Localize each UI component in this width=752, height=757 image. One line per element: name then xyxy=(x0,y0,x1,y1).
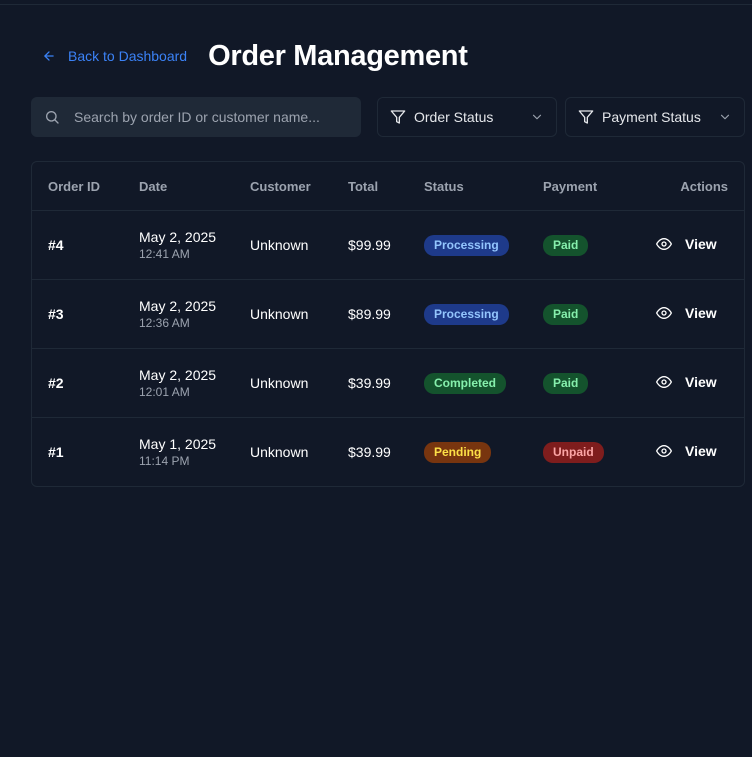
order-id-cell: #1 xyxy=(32,418,139,487)
payment-badge: Paid xyxy=(543,372,589,394)
order-status-filter[interactable]: Order Status xyxy=(377,97,557,137)
order-id: #3 xyxy=(48,306,64,322)
order-time: 11:14 PM xyxy=(139,454,190,468)
table-row: #3 May 2, 2025 12:36 AM Unknown $89.99 P… xyxy=(32,279,744,349)
payment-badge: Paid xyxy=(543,303,589,325)
view-button-label: View xyxy=(685,442,717,459)
customer-name: Unknown xyxy=(250,306,309,322)
order-time: 12:01 AM xyxy=(139,385,190,399)
date-cell: May 2, 2025 12:36 AM xyxy=(139,279,250,349)
payment-cell: Paid xyxy=(543,348,656,418)
total-cell: $39.99 xyxy=(348,418,424,487)
column-header-date: Date xyxy=(139,162,250,211)
view-order-button[interactable]: View xyxy=(656,305,717,321)
view-button-label: View xyxy=(685,373,717,390)
order-date: May 1, 2025 xyxy=(139,436,217,452)
date-cell: May 2, 2025 12:01 AM xyxy=(139,348,250,418)
status-badge: Processing xyxy=(424,234,509,256)
order-total: $89.99 xyxy=(348,306,391,322)
column-header-actions: Actions xyxy=(656,162,744,211)
status-badge: Pending xyxy=(424,441,492,463)
column-header-status: Status xyxy=(424,162,543,211)
order-total: $99.99 xyxy=(348,237,391,253)
order-id-cell: #3 xyxy=(32,279,139,349)
search-input[interactable] xyxy=(72,108,336,126)
view-order-button[interactable]: View xyxy=(656,443,717,459)
status-cell: Processing xyxy=(424,210,543,280)
status-cell: Processing xyxy=(424,279,543,349)
status-cell: Pending xyxy=(424,418,543,487)
customer-cell: Unknown xyxy=(250,210,348,280)
order-status-filter-label: Order Status xyxy=(414,109,494,125)
order-time: 12:41 AM xyxy=(139,247,190,261)
order-time: 12:36 AM xyxy=(139,316,190,330)
order-date: May 2, 2025 xyxy=(139,367,217,383)
customer-name: Unknown xyxy=(250,444,309,460)
date-cell: May 1, 2025 11:14 PM xyxy=(139,418,250,487)
customer-name: Unknown xyxy=(250,375,309,391)
column-header-order-id: Order ID xyxy=(32,162,139,211)
order-date: May 2, 2025 xyxy=(139,298,217,314)
column-header-customer: Customer xyxy=(250,162,348,211)
total-cell: $99.99 xyxy=(348,210,424,280)
order-id: #4 xyxy=(48,237,64,253)
filter-icon xyxy=(390,109,406,125)
order-id-cell: #2 xyxy=(32,348,139,418)
customer-cell: Unknown xyxy=(250,348,348,418)
order-total: $39.99 xyxy=(348,444,391,460)
status-cell: Completed xyxy=(424,348,543,418)
page-header: Back to Dashboard Order Management xyxy=(42,38,468,74)
order-id-cell: #4 xyxy=(32,210,139,280)
view-button-label: View xyxy=(685,304,717,321)
payment-badge: Unpaid xyxy=(543,441,604,463)
payment-status-filter[interactable]: Payment Status xyxy=(565,97,745,137)
actions-cell: View xyxy=(656,418,744,487)
view-order-button[interactable]: View xyxy=(656,374,717,390)
payment-status-filter-label: Payment Status xyxy=(602,109,701,125)
order-total: $39.99 xyxy=(348,375,391,391)
total-cell: $39.99 xyxy=(348,348,424,418)
actions-cell: View xyxy=(656,210,744,280)
search-icon xyxy=(44,109,60,125)
column-header-payment: Payment xyxy=(543,162,656,211)
payment-badge: Paid xyxy=(543,234,589,256)
status-badge: Completed xyxy=(424,372,507,394)
table-row: #1 May 1, 2025 11:14 PM Unknown $39.99 P… xyxy=(32,418,744,487)
table-row: #2 May 2, 2025 12:01 AM Unknown $39.99 C… xyxy=(32,348,744,418)
page-title: Order Management xyxy=(208,39,468,72)
chevron-down-icon xyxy=(718,110,732,124)
customer-cell: Unknown xyxy=(250,418,348,487)
top-divider xyxy=(0,4,752,5)
date-cell: May 2, 2025 12:41 AM xyxy=(139,210,250,280)
order-id: #2 xyxy=(48,375,64,391)
arrow-left-icon xyxy=(44,51,54,61)
order-date: May 2, 2025 xyxy=(139,229,217,245)
view-order-button[interactable]: View xyxy=(656,236,717,252)
actions-cell: View xyxy=(656,348,744,418)
filter-icon xyxy=(578,109,594,125)
eye-icon xyxy=(656,237,672,250)
customer-cell: Unknown xyxy=(250,279,348,349)
table-row: #4 May 2, 2025 12:41 AM Unknown $99.99 P… xyxy=(32,210,744,280)
customer-name: Unknown xyxy=(250,237,309,253)
back-to-dashboard-link[interactable]: Back to Dashboard xyxy=(42,48,187,64)
search-box xyxy=(31,97,361,137)
actions-cell: View xyxy=(656,279,744,349)
orders-table-container: Order ID Date Customer Total Status Paym… xyxy=(31,161,745,487)
back-link-label: Back to Dashboard xyxy=(68,48,188,64)
table-header-row: Order ID Date Customer Total Status Paym… xyxy=(32,162,744,211)
column-header-total: Total xyxy=(348,162,424,211)
eye-icon xyxy=(656,444,672,457)
view-button-label: View xyxy=(685,235,717,252)
status-badge: Processing xyxy=(424,303,509,325)
chevron-down-icon xyxy=(530,110,544,124)
payment-cell: Unpaid xyxy=(543,418,656,487)
eye-icon xyxy=(656,306,672,319)
orders-table: Order ID Date Customer Total Status Paym… xyxy=(32,162,744,486)
order-id: #1 xyxy=(48,444,64,460)
payment-cell: Paid xyxy=(543,279,656,349)
payment-cell: Paid xyxy=(543,210,656,280)
eye-icon xyxy=(656,375,672,388)
total-cell: $89.99 xyxy=(348,279,424,349)
